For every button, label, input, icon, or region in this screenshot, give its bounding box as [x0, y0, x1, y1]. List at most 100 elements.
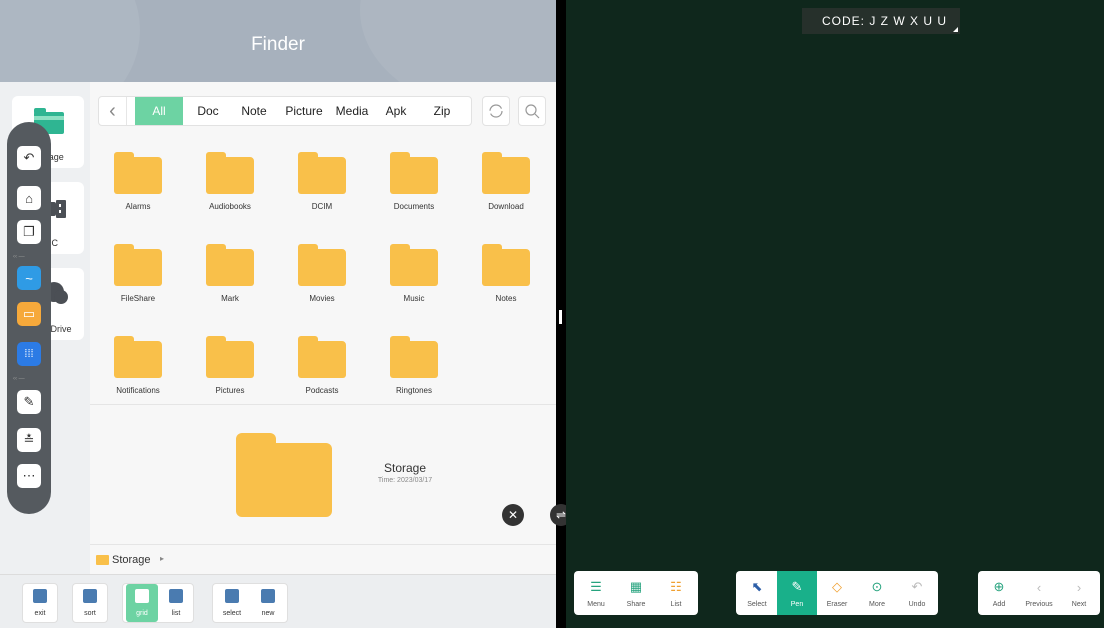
back-icon: ↶ — [23, 150, 35, 165]
divider: ‹‹ — — [13, 254, 25, 260]
folder-item[interactable]: Mark — [190, 244, 270, 324]
detail-name: Storage — [383, 461, 427, 475]
add-page-button[interactable]: ⊕ Add — [979, 571, 1019, 615]
filter-tab-media[interactable]: Media — [331, 97, 373, 125]
folder-item[interactable]: Notes — [466, 244, 546, 324]
detail-time: Time: 2023/03/17 — [377, 477, 433, 484]
folder-name: Pictures — [215, 386, 245, 395]
button-label: list — [171, 610, 181, 617]
button-label: Share — [626, 601, 646, 608]
sliders-icon: ≛ — [23, 432, 35, 447]
back-button[interactable]: ‹ — [99, 97, 127, 125]
folder-name: Mark — [221, 294, 239, 303]
button-label: Previous — [1025, 601, 1053, 608]
folder-item[interactable]: Documents — [374, 152, 454, 232]
folder-icon — [482, 152, 530, 194]
more-icon: ⊙ — [871, 579, 883, 594]
sort-icon — [83, 589, 97, 603]
folder-item[interactable]: Download — [466, 152, 546, 232]
grid-icon — [135, 589, 149, 603]
pen-icon: ✎ — [791, 579, 803, 594]
folder-item[interactable]: Movies — [282, 244, 362, 324]
select-tool-button[interactable]: ⬉ Select — [737, 571, 777, 615]
exit-icon — [33, 589, 47, 603]
qr-icon: ▦ — [629, 579, 643, 594]
folder-icon: ▭ — [22, 306, 36, 321]
home-icon: ⌂ — [25, 190, 33, 206]
floating-sidebar: ↶ ⌂ ❐ ‹‹ — ~ ▭ ⁞⁞⁞ ‹‹ — ✎ ≛ ⋯ — [7, 122, 51, 514]
whiteboard-canvas[interactable]: CODE: J Z W X U U ☰ Menu ▦ Share ☷ List ⬉ Se… — [566, 0, 1104, 628]
folder-item[interactable]: FileShare — [98, 244, 178, 324]
back-button[interactable]: ↶ — [17, 146, 41, 170]
select-icon — [225, 589, 239, 603]
button-label: Eraser — [826, 601, 848, 608]
filter-tab-zip[interactable]: Zip — [427, 97, 457, 125]
add-icon: ⊕ — [993, 579, 1005, 594]
list-icon — [169, 589, 183, 603]
folder-icon — [298, 152, 346, 194]
chevron-right-icon: › — [1076, 579, 1082, 595]
whiteboard-tools-group: ⬉ Select ✎ Pen ◇ Eraser ⊙ More ↶ Undo — [736, 571, 938, 615]
settings-button[interactable]: ≛ — [17, 428, 41, 452]
windows-button[interactable]: ❐ — [17, 220, 41, 244]
button-label: Next — [1071, 601, 1087, 608]
select-button[interactable]: select — [216, 584, 248, 622]
folder-name: Documents — [393, 202, 435, 211]
list-button[interactable]: list — [160, 584, 192, 622]
apps-button[interactable]: ⁞⁞⁞ — [17, 342, 41, 366]
folder-icon — [114, 152, 162, 194]
corner-marker — [953, 27, 958, 32]
folder-item[interactable]: Alarms — [98, 152, 178, 232]
filter-tab-doc[interactable]: Doc — [191, 97, 225, 125]
annotate-button[interactable]: ✎ — [17, 390, 41, 414]
folder-icon — [96, 555, 109, 565]
swap-icon: ⇌ — [555, 508, 567, 522]
split-divider[interactable] — [556, 0, 566, 628]
filter-tab-all[interactable]: All — [135, 97, 183, 125]
sort-button[interactable]: sort — [74, 584, 106, 622]
menu-button[interactable]: ☰ Menu — [576, 571, 616, 615]
pen-tool-button[interactable]: ✎ Pen — [777, 571, 817, 615]
folder-item[interactable]: Audiobooks — [190, 152, 270, 232]
button-label: grid — [136, 610, 148, 617]
more-button[interactable]: ⋯ — [17, 464, 41, 488]
whiteboard-app-button[interactable]: ~ — [17, 266, 41, 290]
eraser-icon: ◇ — [832, 579, 842, 594]
finder-app-button[interactable]: ▭ — [17, 302, 41, 326]
filter-tab-picture[interactable]: Picture — [281, 97, 327, 125]
folder-icon — [236, 433, 332, 517]
breadcrumb-item[interactable]: Storage — [112, 554, 151, 566]
search-button[interactable] — [518, 96, 546, 126]
more-tools-button[interactable]: ⊙ More — [857, 571, 897, 615]
whiteboard-pages-group: ⊕ Add ‹ Previous › Next — [978, 571, 1100, 615]
refresh-button[interactable] — [482, 96, 510, 126]
menu-icon: ☰ — [590, 579, 602, 594]
button-label: Menu — [587, 601, 605, 608]
view-group: grid list — [122, 583, 194, 623]
filter-tab-note[interactable]: Note — [237, 97, 271, 125]
undo-button[interactable]: ↶ Undo — [897, 571, 937, 615]
previous-page-button[interactable]: ‹ Previous — [1019, 571, 1059, 615]
button-label: exit — [34, 610, 46, 617]
share-button[interactable]: ▦ Share — [616, 571, 656, 615]
folder-item[interactable]: Music — [374, 244, 454, 324]
folder-item[interactable]: DCIM — [282, 152, 362, 232]
folder-icon — [206, 336, 254, 378]
divider-handle[interactable] — [559, 310, 562, 324]
new-folder-icon — [261, 589, 275, 603]
close-left-button[interactable]: ✕ — [502, 504, 524, 526]
list-button[interactable]: ☷ List — [656, 571, 696, 615]
folder-icon — [298, 244, 346, 286]
eraser-tool-button[interactable]: ◇ Eraser — [817, 571, 857, 615]
home-button[interactable]: ⌂ — [17, 186, 41, 210]
meeting-code: CODE: J Z W X U U — [802, 8, 960, 34]
search-icon — [525, 104, 540, 119]
edit-group: select new — [212, 583, 288, 623]
next-page-button[interactable]: › Next — [1059, 571, 1099, 615]
grid-button[interactable]: grid — [126, 584, 158, 622]
new-button[interactable]: new — [252, 584, 284, 622]
more-icon: ⋯ — [22, 468, 36, 483]
filter-tab-apk[interactable]: Apk — [381, 97, 411, 125]
exit-button[interactable]: exit — [24, 584, 56, 622]
folder-icon — [114, 244, 162, 286]
